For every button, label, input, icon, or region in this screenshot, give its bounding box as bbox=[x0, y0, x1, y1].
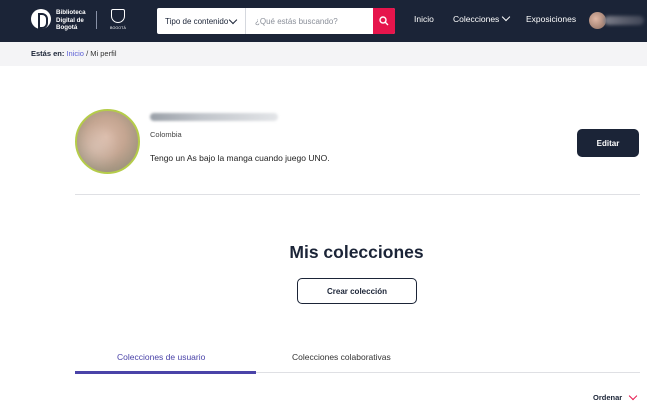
breadcrumb-prefix: Estás en: bbox=[31, 49, 65, 58]
seal-shield-shape bbox=[111, 9, 125, 23]
content-type-select[interactable]: Tipo de contenido bbox=[157, 8, 246, 34]
profile-name-redacted bbox=[150, 113, 278, 121]
search-box: Tipo de contenido bbox=[157, 8, 395, 34]
user-name-redacted[interactable] bbox=[604, 16, 644, 25]
site-logo-text[interactable]: Biblioteca Digital de Bogotá bbox=[56, 9, 92, 32]
search-input[interactable] bbox=[247, 8, 373, 34]
nav-exposiciones[interactable]: Exposiciones bbox=[526, 14, 576, 24]
edit-profile-button[interactable]: Editar bbox=[577, 129, 639, 157]
chevron-down-icon[interactable] bbox=[628, 391, 638, 401]
breadcrumb: Estás en: Inicio / Mi perfil bbox=[31, 49, 117, 58]
logo-line-3: Bogotá bbox=[56, 24, 78, 32]
breadcrumb-separator: / bbox=[86, 49, 89, 58]
sort-button[interactable]: Ordenar bbox=[593, 393, 622, 402]
content-type-label: Tipo de contenido bbox=[165, 17, 229, 26]
logo-divider bbox=[96, 11, 97, 29]
breadcrumb-current: Mi perfil bbox=[90, 49, 117, 58]
bogota-seal-icon: BOGOTÁ bbox=[106, 8, 130, 32]
profile-divider bbox=[75, 194, 640, 195]
profile-country: Colombia bbox=[150, 130, 182, 139]
chevron-down-icon[interactable] bbox=[501, 12, 511, 22]
profile-avatar bbox=[75, 109, 140, 174]
seal-text: BOGOTÁ bbox=[110, 26, 126, 30]
profile-bio: Tengo un As bajo la manga cuando juego U… bbox=[150, 153, 330, 163]
create-collection-button[interactable]: Crear colección bbox=[297, 278, 417, 304]
nav-colecciones[interactable]: Colecciones bbox=[453, 14, 499, 24]
nav-inicio[interactable]: Inicio bbox=[414, 14, 434, 24]
search-icon bbox=[379, 16, 389, 26]
chevron-down-icon bbox=[228, 15, 238, 25]
search-button[interactable] bbox=[373, 8, 395, 34]
collections-title: Mis colecciones bbox=[289, 242, 424, 262]
breadcrumb-home-link[interactable]: Inicio bbox=[66, 49, 84, 58]
logo-line-2: Digital de bbox=[56, 16, 84, 24]
logo-line-1: Biblioteca bbox=[56, 9, 86, 16]
top-navigation-bar: Biblioteca Digital de Bogotá BOGOTÁ Tipo… bbox=[0, 0, 647, 42]
tab-user-collections[interactable]: Colecciones de usuario bbox=[117, 352, 205, 362]
tab-collaborative-collections[interactable]: Colecciones colaborativas bbox=[292, 352, 391, 362]
bdb-logo-icon[interactable] bbox=[31, 9, 51, 29]
active-tab-indicator bbox=[75, 371, 256, 374]
